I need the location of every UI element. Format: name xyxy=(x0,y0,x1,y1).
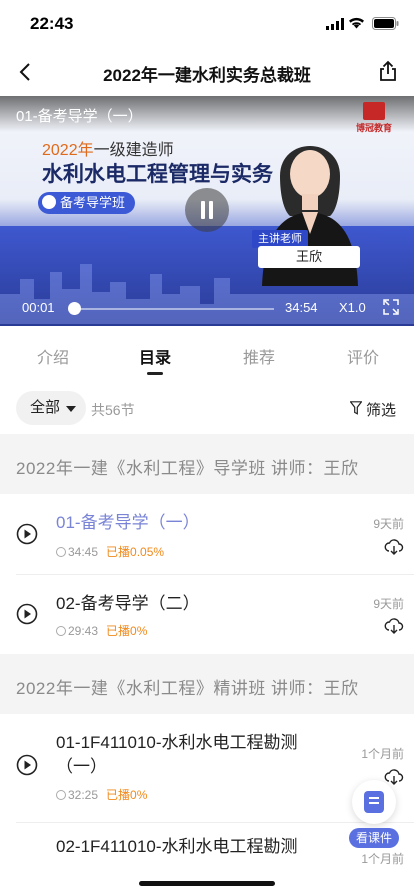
lesson-count: 共56节 xyxy=(91,402,135,418)
lesson-item[interactable]: 02-备考导学（二） 29:43 已播0% 9天前 xyxy=(0,575,414,654)
tab-catalog[interactable]: 目录 xyxy=(139,344,171,368)
playback-speed-button[interactable]: X1.0 xyxy=(339,300,366,315)
status-bar: 22:43 xyxy=(0,0,414,48)
teacher-name: 王欣 xyxy=(258,246,360,268)
navigation-bar: 2022年一建水利实务总裁班 xyxy=(0,48,414,96)
tab-reviews[interactable]: 评价 xyxy=(347,344,379,368)
lesson-meta: 29:43 已播0% xyxy=(56,622,147,639)
fullscreen-icon[interactable] xyxy=(383,299,399,315)
lesson-title: 01-1F411010-水利水电工程勘测（一） xyxy=(56,733,298,776)
lesson-item[interactable]: 01-备考导学（一） 34:45 已播0.05% 9天前 xyxy=(0,494,414,574)
download-icon[interactable] xyxy=(384,538,404,556)
banner-headline: 水利水电工程管理与实务 xyxy=(42,163,273,186)
banner-exam: 一级建造师 xyxy=(93,142,174,159)
video-controls: 00:01 34:54 X1.0 xyxy=(0,292,414,326)
section-header[interactable]: 2022年一建《水利工程》精讲班 讲师：王欣 xyxy=(0,654,414,714)
lesson-played: 已播0% xyxy=(106,624,148,638)
filter-icon xyxy=(350,401,362,415)
lesson-title: 02-备考导学（二） xyxy=(56,594,200,613)
courseware-label[interactable]: 看课件 xyxy=(349,828,399,848)
wifi-icon xyxy=(349,17,364,29)
duration: 34:54 xyxy=(285,300,318,315)
clock-icon xyxy=(56,790,66,800)
section-title: 2022年一建《水利工程》导学班 讲师：王欣 xyxy=(16,459,359,478)
play-circle-icon xyxy=(16,754,38,776)
filter-label: 筛选 xyxy=(366,402,397,419)
lesson-duration: 29:43 xyxy=(68,624,99,638)
cellular-signal-icon xyxy=(326,18,344,30)
current-time: 00:01 xyxy=(22,300,55,315)
play-circle-icon xyxy=(16,603,38,625)
section-title: 2022年一建《水利工程》精讲班 讲师：王欣 xyxy=(16,679,359,698)
home-indicator xyxy=(139,881,275,886)
clock-icon xyxy=(56,626,66,636)
progress-track[interactable] xyxy=(74,308,274,310)
lesson-title: 01-备考导学（一） xyxy=(56,513,200,532)
courseware-button[interactable] xyxy=(352,780,396,824)
lesson-duration: 34:45 xyxy=(68,545,99,559)
document-icon xyxy=(364,791,384,813)
progress-knob[interactable] xyxy=(68,302,81,315)
lesson-played: 已播0.05% xyxy=(106,545,165,559)
badge-icon xyxy=(42,195,56,209)
lesson-meta: 32:25 已播0% xyxy=(56,786,147,803)
lesson-date: 9天前 xyxy=(373,517,404,531)
status-time: 22:43 xyxy=(30,14,74,33)
banner-year: 2022年 xyxy=(42,142,94,159)
all-dropdown-label: 全部 xyxy=(30,399,61,416)
filter-row: 全部 共56节 筛选 xyxy=(0,382,414,434)
battery-icon xyxy=(372,17,399,30)
section-header[interactable]: 2022年一建《水利工程》导学班 讲师：王欣 xyxy=(0,434,414,494)
page-title: 2022年一建水利实务总裁班 xyxy=(103,66,311,85)
banner-badge: 备考导学班 xyxy=(38,192,136,214)
banner-year-line: 2022年一级建造师 xyxy=(42,136,174,160)
tab-recommend[interactable]: 推荐 xyxy=(243,344,275,368)
lesson-item[interactable]: 01-1F411010-水利水电工程勘测（一） 32:25 已播0% 1个月前 xyxy=(0,714,414,828)
all-dropdown[interactable]: 全部 xyxy=(16,391,86,425)
video-lesson-title: 01-备考导学（一） xyxy=(16,108,143,125)
clock-icon xyxy=(56,547,66,557)
banner-badge-text: 备考导学班 xyxy=(60,195,126,210)
lesson-played: 已播0% xyxy=(106,788,148,802)
lesson-date: 1个月前 xyxy=(361,852,404,866)
play-circle-icon xyxy=(16,523,38,545)
lesson-duration: 32:25 xyxy=(68,788,99,802)
video-player[interactable]: 01-备考导学（一） 2022年一级建造师 水利水电工程管理与实务 备考导学班 … xyxy=(0,96,414,326)
caret-down-icon xyxy=(66,406,76,412)
lesson-date: 1个月前 xyxy=(361,747,404,761)
pause-button[interactable] xyxy=(185,188,229,232)
active-tab-indicator xyxy=(147,372,163,375)
filter-button[interactable]: 筛选 xyxy=(350,399,397,420)
back-arrow-icon[interactable] xyxy=(14,60,38,84)
tab-bar: 介绍 目录 推荐 评价 xyxy=(0,326,414,382)
lesson-title: 02-1F411010-水利水电工程勘测 xyxy=(56,837,298,856)
share-icon[interactable] xyxy=(376,59,400,83)
tab-intro[interactable]: 介绍 xyxy=(37,344,69,368)
download-icon[interactable] xyxy=(384,617,404,635)
lesson-date: 9天前 xyxy=(373,597,404,611)
lesson-meta: 34:45 已播0.05% xyxy=(56,543,164,560)
